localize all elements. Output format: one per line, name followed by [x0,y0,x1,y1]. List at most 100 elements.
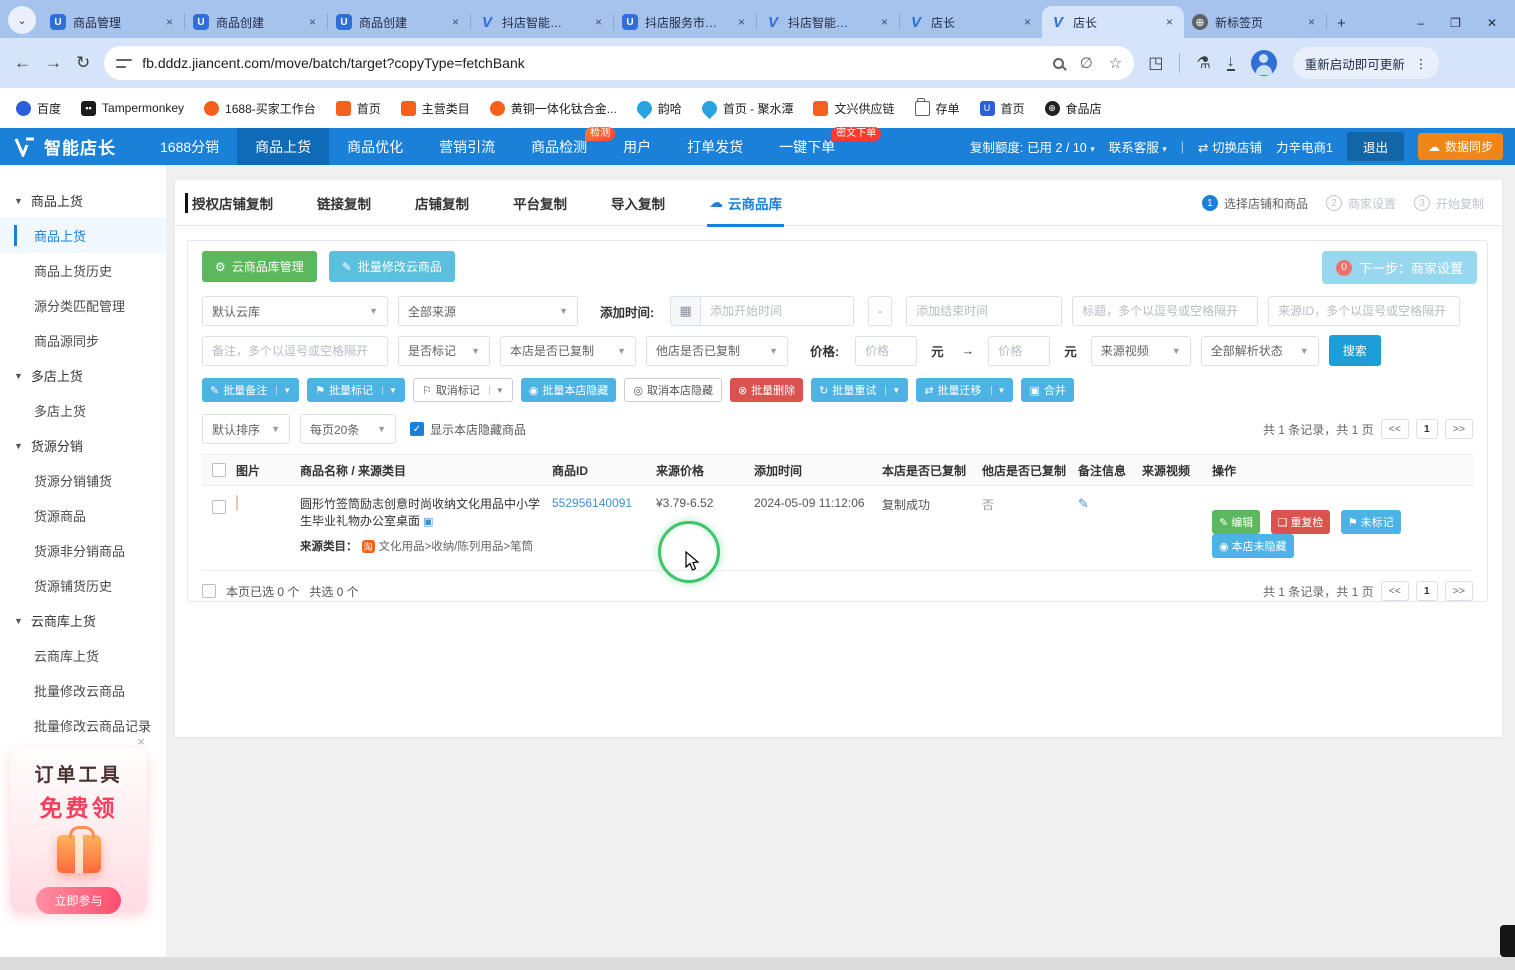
promo-join-button[interactable]: 立即参与 [36,887,120,914]
sidebar-item-category-match[interactable]: 源分类匹配管理 [0,288,166,323]
tab-close-icon[interactable]: × [592,15,605,29]
sidebar-item-distribution-stock[interactable]: 货源分销铺货 [0,463,166,498]
profile-avatar[interactable] [1251,50,1277,76]
bookmark-cundan[interactable]: 存单 [915,100,960,117]
source-select[interactable]: 全部来源▼ [398,296,578,326]
tab-platform-copy[interactable]: 平台复制 [511,180,569,226]
merge-button[interactable]: ▣合并 [1021,378,1073,402]
sidebar-item-source-sync[interactable]: 商品源同步 [0,323,166,358]
price-min-input[interactable] [855,336,917,366]
batch-delete-button[interactable]: ⊗批量删除 [730,378,803,402]
tab-cloud-product-library[interactable]: ☁云商品库 [707,180,784,226]
app-logo[interactable]: 智能店长 [0,134,142,159]
cancel-mark-button[interactable]: ⚐取消标记▼ [413,378,513,402]
sidebar-item-supply-products[interactable]: 货源商品 [0,498,166,533]
forward-button[interactable]: → [45,53,62,73]
extensions-icon[interactable]: ◳ [1148,53,1163,73]
bookmark-brass-titanium[interactable]: 黄铜一体化钛合金... [490,100,617,117]
tab-close-icon[interactable]: × [449,15,462,29]
tab-close-icon[interactable]: × [735,15,748,29]
sidebar-group-supply-distribution[interactable]: ▼货源分销 [0,428,166,463]
nav-item-product-upload[interactable]: 商品上货 [237,128,329,165]
flask-icon[interactable]: ⚗ [1196,53,1210,73]
logout-button[interactable]: 退出 [1347,132,1404,161]
window-maximize-button[interactable]: ❐ [1450,16,1461,30]
page-number-button[interactable]: 1 [1416,581,1438,601]
title-filter-input[interactable] [1072,296,1258,326]
start-time-picker[interactable]: ▦ [670,296,854,326]
nav-item-users[interactable]: 用户 [605,128,669,165]
sidebar-item-multi-shop-upload[interactable]: 多店上货 [0,393,166,428]
bookmark-baidu[interactable]: 百度 [16,100,61,117]
shop-name[interactable]: 力辛电商1 [1276,137,1333,156]
self-copied-select[interactable]: 本店是否已复制▼ [500,336,636,366]
product-id-link[interactable]: 552956140091 [552,496,632,510]
url-bar[interactable]: fb.dddz.jiancent.com/move/batch/target?c… [104,46,1134,80]
page-size-select[interactable]: 每页20条▼ [300,414,396,444]
sidebar-item-upload-history[interactable]: 商品上货历史 [0,253,166,288]
row-checkbox[interactable] [212,500,226,514]
note-filter-input[interactable] [202,336,388,366]
cloud-library-manage-button[interactable]: ⚙云商品库管理 [202,251,317,282]
batch-mark-button[interactable]: ⚑批量标记▼ [307,378,405,402]
browser-tab[interactable]: U抖店服务市…× [614,6,756,38]
source-id-filter-input[interactable] [1268,296,1460,326]
corner-scroll-widget[interactable] [1500,925,1515,957]
edit-note-icon[interactable]: ✎ [1078,496,1089,511]
nav-item-1688-distribution[interactable]: 1688分销 [142,128,237,165]
nav-item-one-click-order[interactable]: 一键下单密文下单 [761,128,853,165]
batch-edit-cloud-button[interactable]: ✎批量修改云商品 [329,251,455,282]
batch-hide-button[interactable]: ◉批量本店隐藏 [521,378,617,402]
tab-search-chevron-icon[interactable]: ⌄ [8,6,36,34]
end-time-input[interactable] [906,296,1062,326]
browser-tab[interactable]: V店长× [900,6,1042,38]
copy-quota[interactable]: 复制额度: 已用 2 / 10 ▾ [970,137,1095,156]
sidebar-item-product-upload[interactable]: 商品上货 [0,218,166,253]
browser-tab[interactable]: U商品管理× [42,6,184,38]
bookmark-jushuitan[interactable]: 首页 - 聚水潭 [702,100,794,117]
tab-close-icon[interactable]: × [1305,15,1318,29]
data-sync-button[interactable]: ☁数据同步 [1418,133,1503,160]
tab-close-icon[interactable]: × [306,15,319,29]
new-tab-button[interactable]: + [1327,15,1356,38]
browser-tab-active[interactable]: V店长× [1042,6,1184,38]
tab-link-copy[interactable]: 链接复制 [315,180,373,226]
browser-update-button[interactable]: 重新启动即可更新 ⋮ [1293,47,1440,79]
product-title[interactable]: 圆形竹签筒励志创意时尚收纳文化用品中小学生毕业礼物办公室桌面▣ [300,496,542,531]
browser-tab[interactable]: ⊕新标签页× [1184,6,1326,38]
zoom-icon[interactable] [1053,58,1064,69]
sort-order-select[interactable]: 默认排序▼ [202,414,290,444]
sidebar-item-cloud-upload[interactable]: 云商库上货 [0,638,166,673]
mark-select[interactable]: 是否标记▼ [398,336,490,366]
tab-close-icon[interactable]: × [163,15,176,29]
bookmark-home-taobao[interactable]: 首页 [336,100,381,117]
bookmark-star-icon[interactable]: ☆ [1109,54,1122,72]
select-all-checkbox[interactable] [212,463,226,477]
product-thumbnail[interactable] [236,495,238,511]
batch-retry-button[interactable]: ↻批量重试▼ [811,378,908,402]
duplicate-check-button[interactable]: ❏重复检 [1271,510,1331,534]
tab-close-icon[interactable]: × [878,15,891,29]
cloud-library-select[interactable]: 默认云库▼ [202,296,388,326]
tab-shop-copy[interactable]: 店铺复制 [413,180,471,226]
tab-import-copy[interactable]: 导入复制 [609,180,667,226]
nav-item-product-check[interactable]: 商品检测检测 [513,128,605,165]
url-text[interactable]: fb.dddz.jiancent.com/move/batch/target?c… [142,55,1042,71]
sidebar-item-batch-edit-cloud[interactable]: 批量修改云商品 [0,673,166,708]
prev-page-button[interactable]: << [1381,419,1409,439]
bookmark-food-shop[interactable]: ⊕食品店 [1045,100,1102,117]
bookmark-home-doc[interactable]: U首页 [980,100,1025,117]
browser-tab[interactable]: V抖店智能…× [757,6,899,38]
tab-authorized-shop-copy[interactable]: 授权店铺复制 [190,180,275,226]
not-hidden-button[interactable]: ◉本店未隐藏 [1212,534,1294,558]
copy-icon[interactable]: ▣ [423,516,433,528]
browser-menu-icon[interactable]: ⋮ [1415,56,1428,71]
unmarked-button[interactable]: ⚑未标记 [1341,510,1401,534]
browser-tab[interactable]: V抖店智能…× [471,6,613,38]
price-max-input[interactable] [988,336,1050,366]
prev-page-button[interactable]: << [1381,581,1409,601]
next-step-button[interactable]: 0下一步：商家设置 [1322,251,1477,284]
sidebar-group-cloud-upload[interactable]: ▼云商库上货 [0,603,166,638]
next-page-button[interactable]: >> [1445,419,1473,439]
start-time-input[interactable] [701,297,853,325]
